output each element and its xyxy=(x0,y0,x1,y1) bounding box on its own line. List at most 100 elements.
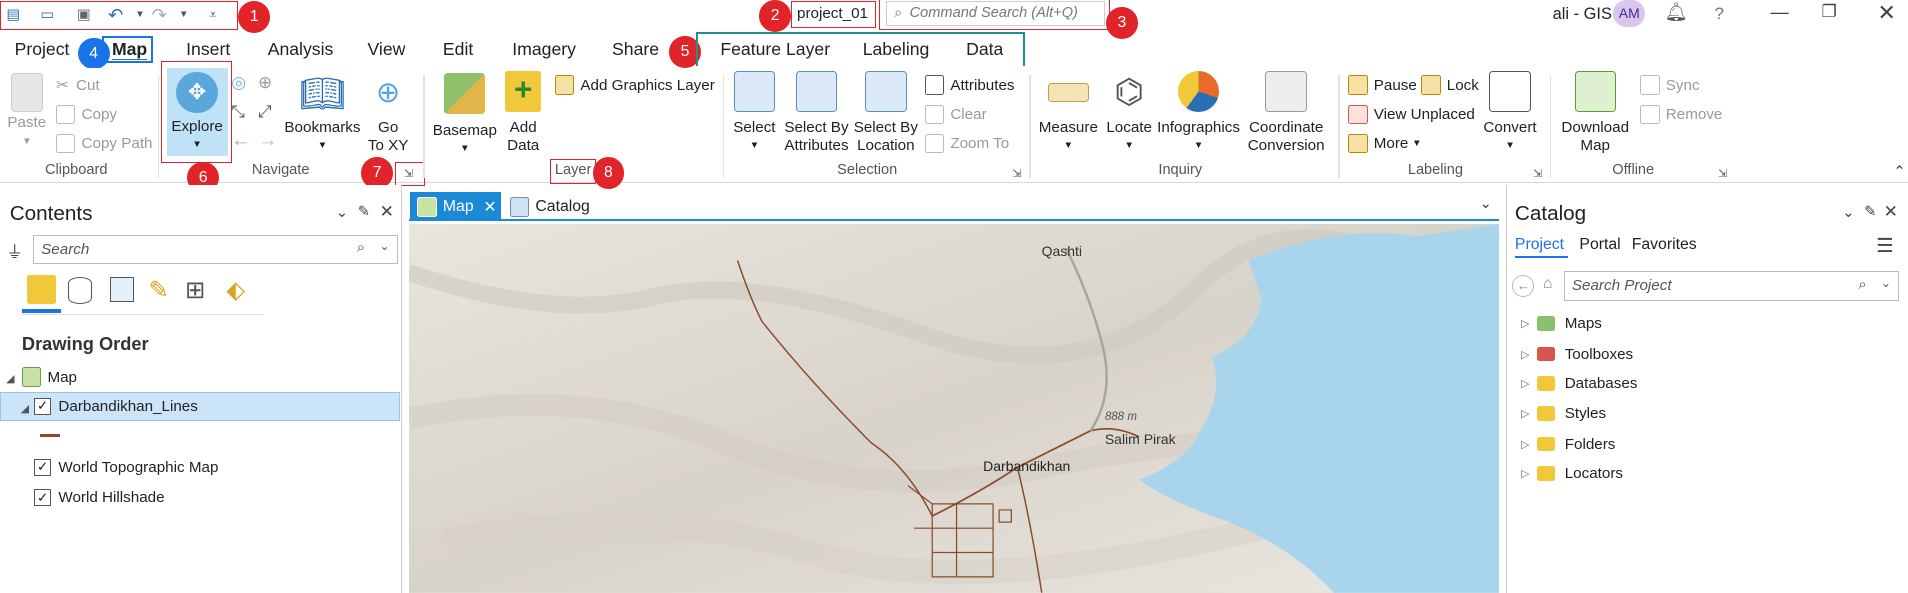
list-by-editing-icon[interactable]: ✎ xyxy=(148,275,168,305)
filter-icon[interactable]: ⏚ xyxy=(6,238,23,263)
catalog-search-input[interactable]: Search Project ⌕ ⌄ xyxy=(1563,271,1900,301)
map-canvas[interactable] xyxy=(408,223,1500,593)
previous-extent-icon[interactable]: ← xyxy=(231,129,250,152)
command-search-box[interactable]: ⌕ Command Search (Alt+Q) xyxy=(885,1,1105,26)
list-by-labeling-icon[interactable]: ⬖ xyxy=(226,275,245,305)
contents-search-input[interactable]: Search ⌕ ⌄ xyxy=(32,234,398,265)
convert-button[interactable]: Convert ▼ xyxy=(1480,70,1541,156)
labeling-launcher-icon[interactable]: ⇲ xyxy=(1533,167,1542,180)
tab-labeling[interactable]: Labeling xyxy=(863,39,930,60)
zoom-to-selection-button[interactable]: Zoom To xyxy=(924,131,1009,155)
catalog-close-icon[interactable]: ✕ xyxy=(1884,202,1898,222)
darbandikhan-expand-icon[interactable]: ◢ xyxy=(21,402,29,415)
fixed-zoom-in-icon[interactable]: ⤡ xyxy=(231,102,245,122)
view-tab-map[interactable]: Map ✕ xyxy=(410,192,502,222)
pause-labeling-button[interactable]: Pause xyxy=(1348,73,1417,97)
tab-data[interactable]: Data xyxy=(966,39,1003,60)
catalog-item-styles[interactable]: ▷ Styles xyxy=(1521,400,1606,427)
notification-bell-icon[interactable]: 🔔︎ xyxy=(1665,1,1688,23)
catalog-pin-icon[interactable]: ✎ xyxy=(1864,203,1876,220)
world-topographic-checkbox[interactable]: ✓ xyxy=(34,458,52,476)
layer-world-hillshade[interactable]: ✓ World Hillshade xyxy=(34,484,165,511)
basemap-button[interactable]: Basemap ▼ xyxy=(431,73,499,158)
select-by-location-button[interactable]: Select By Location xyxy=(852,70,920,156)
layer-world-topographic[interactable]: ✓ World Topographic Map xyxy=(34,454,218,481)
catalog-menu-icon[interactable]: ⌄ xyxy=(1842,204,1854,221)
tab-project[interactable]: Project xyxy=(15,39,70,60)
layer-map[interactable]: Map xyxy=(21,364,77,391)
view-tab-catalog[interactable]: Catalog xyxy=(509,192,590,221)
minimize-icon[interactable]: — xyxy=(1770,1,1788,23)
paste-button[interactable]: Paste ▼ xyxy=(5,73,49,151)
more-labeling-button[interactable]: More ▼ xyxy=(1348,131,1422,155)
contents-pin-icon[interactable]: ✎ xyxy=(358,203,370,220)
catalog-tab-favorites[interactable]: Favorites xyxy=(1632,236,1697,254)
tab-feature-layer[interactable]: Feature Layer xyxy=(720,39,830,60)
close-map-tab-icon[interactable]: ✕ xyxy=(483,197,496,217)
explore-button[interactable]: ✥ Explore ▼ xyxy=(166,68,228,156)
catalog-item-folders[interactable]: ▷ Folders xyxy=(1521,431,1615,458)
tab-map[interactable]: Map xyxy=(112,39,147,60)
restore-icon[interactable]: ❐ xyxy=(1822,2,1837,22)
offline-launcher-icon[interactable]: ⇲ xyxy=(1718,167,1727,180)
fixed-zoom-out-icon[interactable]: ⤢ xyxy=(258,102,272,122)
select-by-attributes-button[interactable]: Select By Attributes xyxy=(781,70,852,156)
map-expand-icon[interactable]: ◢ xyxy=(6,372,14,385)
remove-button[interactable]: Remove xyxy=(1640,102,1722,126)
catalog-item-locators[interactable]: ▷ Locators xyxy=(1521,460,1623,487)
map-view[interactable]: Qashti 888 m Salim Pirak Darbandikhan xyxy=(408,223,1500,593)
full-extent-icon[interactable]: ◎ xyxy=(231,73,246,93)
darbandikhan-lines-checkbox[interactable]: ✓ xyxy=(34,397,52,415)
home-icon[interactable]: ⌂ xyxy=(1543,275,1553,293)
view-tabs-overflow-icon[interactable]: ⌄ xyxy=(1480,195,1492,212)
close-window-icon[interactable]: ✕ xyxy=(1878,0,1896,26)
view-unplaced-button[interactable]: View Unplaced xyxy=(1348,102,1475,126)
next-extent-icon[interactable]: → xyxy=(258,129,277,152)
lock-labeling-button[interactable]: Lock xyxy=(1421,73,1479,97)
fixed-zoom-icon[interactable]: ⊕ xyxy=(258,73,272,93)
catalog-tab-portal[interactable]: Portal xyxy=(1579,236,1620,254)
copy-button[interactable]: Copy xyxy=(55,102,117,126)
measure-button[interactable]: Measure ▼ xyxy=(1037,71,1100,156)
navigate-launcher-icon[interactable]: ⇲ xyxy=(404,167,413,180)
coordinate-conversion-button[interactable]: Coordinate Conversion xyxy=(1244,70,1329,156)
catalog-tab-project[interactable]: Project xyxy=(1515,236,1564,254)
go-to-xy-button[interactable]: ⊕ Go To XY xyxy=(365,73,411,156)
tab-edit[interactable]: Edit xyxy=(443,39,473,60)
tab-analysis[interactable]: Analysis xyxy=(268,39,334,60)
bookmarks-button[interactable]: 📖︎ Bookmarks ▼ xyxy=(284,73,360,156)
tab-imagery[interactable]: Imagery xyxy=(512,39,576,60)
selection-launcher-icon[interactable]: ⇲ xyxy=(1012,167,1021,180)
catalog-item-toolboxes[interactable]: ▷ Toolboxes xyxy=(1521,341,1633,368)
contents-close-icon[interactable]: ✕ xyxy=(380,202,394,222)
catalog-item-databases[interactable]: ▷ Databases xyxy=(1521,370,1637,397)
collapse-ribbon-icon[interactable]: ⌃ xyxy=(1893,163,1905,180)
list-by-drawing-order-icon[interactable] xyxy=(26,274,56,305)
contents-menu-icon[interactable]: ⌄ xyxy=(336,204,348,221)
layer-darbandikhan-lines[interactable]: ✓ Darbandikhan_Lines xyxy=(34,393,198,420)
list-by-selection-icon[interactable] xyxy=(109,277,134,302)
tab-view[interactable]: View xyxy=(367,39,405,60)
tab-insert[interactable]: Insert xyxy=(186,39,230,60)
avatar[interactable]: AM xyxy=(1613,0,1646,27)
contents-search-placeholder: Search xyxy=(41,240,90,258)
clear-selection-button[interactable]: Clear xyxy=(924,102,987,126)
sync-button[interactable]: Sync xyxy=(1640,73,1700,97)
catalog-options-icon[interactable]: ☰ xyxy=(1876,234,1893,258)
world-hillshade-checkbox[interactable]: ✓ xyxy=(34,489,52,507)
download-map-button[interactable]: Download Map xyxy=(1558,70,1633,156)
help-icon[interactable]: ? xyxy=(1714,4,1723,24)
add-graphics-layer-button[interactable]: Add Graphics Layer xyxy=(554,73,715,97)
locate-button[interactable]: ⌬ Locate ▼ xyxy=(1102,71,1156,156)
add-data-button[interactable]: + Add Data xyxy=(499,68,548,156)
infographics-button[interactable]: Infographics ▼ xyxy=(1156,70,1241,156)
attributes-button[interactable]: Attributes xyxy=(924,73,1015,97)
list-by-snapping-icon[interactable]: ⊞ xyxy=(185,275,205,305)
copy-path-button[interactable]: Copy Path xyxy=(55,131,153,155)
select-button[interactable]: Select ▼ xyxy=(730,70,779,156)
line-symbol[interactable] xyxy=(40,434,60,437)
cut-button[interactable]: ✂ Cut xyxy=(56,73,100,97)
tab-share[interactable]: Share xyxy=(612,39,659,60)
catalog-item-maps[interactable]: ▷ Maps xyxy=(1521,310,1602,337)
list-by-data-source-icon[interactable] xyxy=(68,277,93,305)
